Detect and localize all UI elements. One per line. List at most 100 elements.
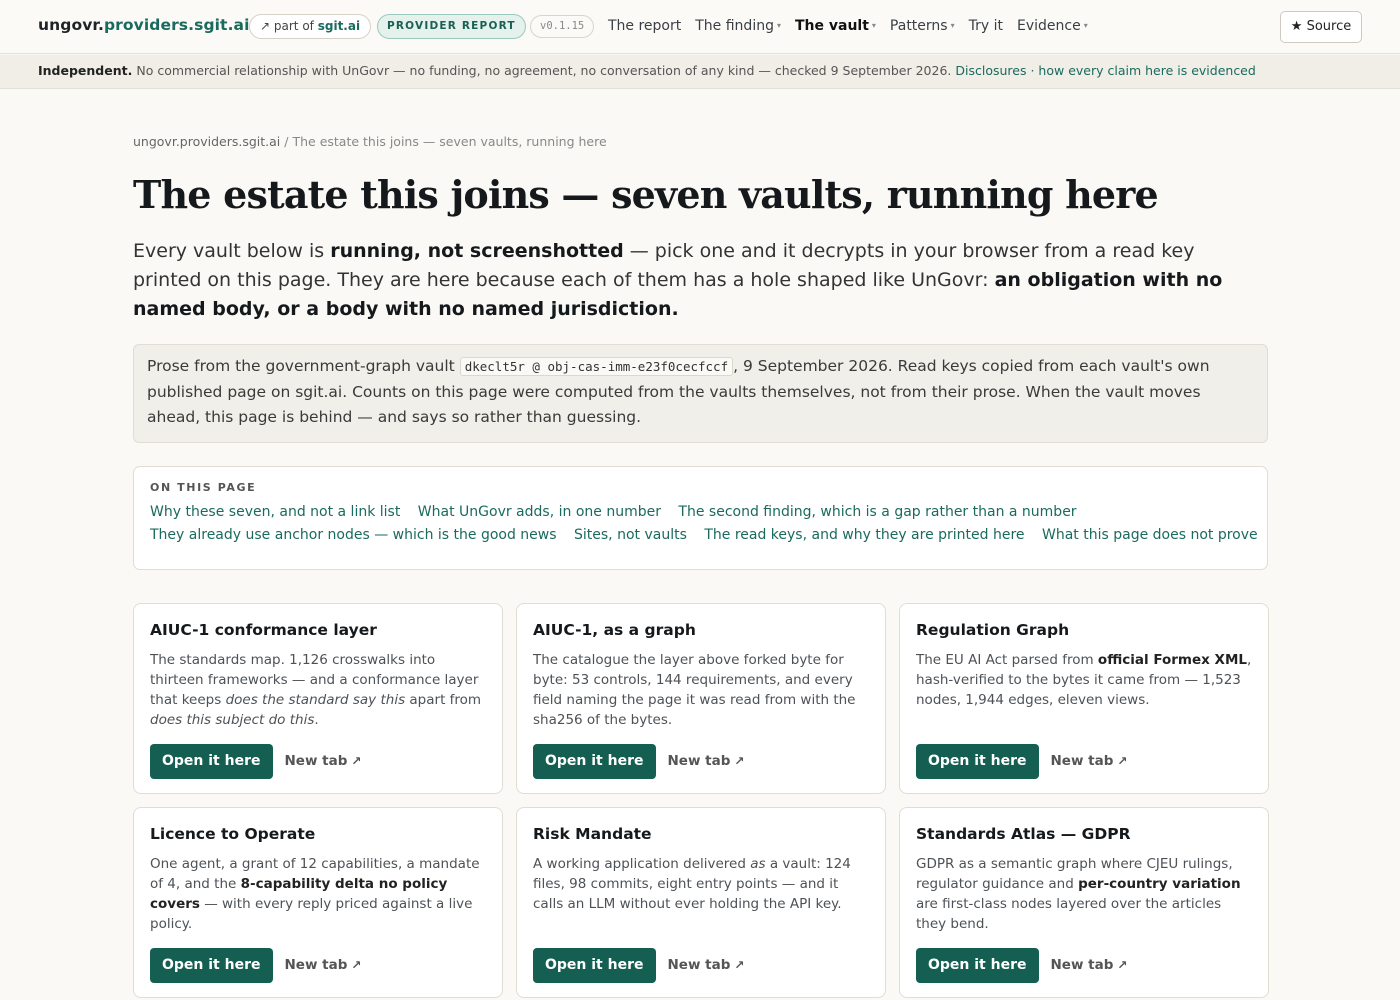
breadcrumb-root[interactable]: ungovr.providers.sgit.ai [133,134,280,149]
nav-label: The vault [794,18,869,34]
nav-the-finding[interactable]: The finding ▾ [695,18,781,34]
description-segment: does this subject do this [150,711,315,728]
new-tab-link[interactable]: New tab ↗ [668,957,745,973]
toc-link[interactable]: The second finding, which is a gap rathe… [678,504,1076,520]
description-segment: official Formex XML [1097,651,1248,668]
description-segment: A working application delivered [533,855,751,872]
chevron-down-icon: ▾ [776,21,781,30]
toc-link[interactable]: Sites, not vaults [574,527,687,543]
banner-separator: · [1030,63,1035,78]
description-segment: The EU AI Act parsed from [916,651,1098,668]
new-tab-label: New tab [284,753,348,769]
toc-link[interactable]: What this page does not prove [1042,527,1258,543]
external-link-icon: ↗ [351,958,362,972]
description-segment: apart from [405,691,482,708]
external-link-icon: ↗ [1117,754,1128,768]
vault-card: Regulation Graph The EU AI Act parsed fro… [899,602,1269,794]
new-tab-link[interactable]: New tab ↗ [285,957,362,973]
open-it-here-button[interactable]: Open it here [533,743,656,779]
description-segment: . [314,711,319,728]
vault-card: AIUC-1 conformance layer The standards ma… [133,602,503,794]
page-title: The estate this joins — seven vaults, ru… [133,172,1159,217]
description-segment: per-country variation [1078,875,1241,892]
description-segment: The catalogue the layer above forked byt… [533,651,856,728]
part-of-text: part of [273,19,314,33]
vault-card-actions: Open it here New tab ↗ [150,947,362,983]
vault-card-title: Standards Atlas — GDPR [916,824,1131,843]
lead-emphasis: running, not screenshotted [330,240,624,262]
nav-label: The report [608,18,682,34]
external-link-icon: ↗ [351,754,362,768]
toc-link[interactable]: Why these seven, and not a link list [150,504,400,520]
disclosures-link[interactable]: Disclosures [955,63,1026,78]
main-content: ungovr.providers.sgit.ai / The estate th… [133,134,1269,998]
new-tab-link[interactable]: New tab ↗ [1051,753,1128,769]
open-it-here-button[interactable]: Open it here [150,743,273,779]
open-it-here-button[interactable]: Open it here [916,743,1039,779]
source-button[interactable]: ★ Source [1280,11,1362,43]
open-it-here-button[interactable]: Open it here [533,947,656,983]
vault-card-description: One agent, a grant of 12 capabilities, a… [150,854,486,934]
nav-label: Try it [968,18,1003,34]
vault-card-actions: Open it here New tab ↗ [916,743,1128,779]
new-tab-link[interactable]: New tab ↗ [668,753,745,769]
breadcrumb-current: The estate this joins — seven vaults, ru… [292,134,607,149]
open-it-here-button[interactable]: Open it here [150,947,273,983]
provider-report-badge: PROVIDER REPORT [377,14,526,39]
description-segment: as [750,855,766,872]
vault-card-title: Licence to Operate [150,824,316,843]
nav-patterns[interactable]: Patterns ▾ [890,18,955,34]
toc-row: Why these seven, and not a link list Wha… [150,504,1251,520]
breadcrumb-separator: / [284,134,289,149]
nav-the-report[interactable]: The report [608,18,681,34]
lead-paragraph: Every vault below is running, not screen… [133,237,1268,324]
description-segment: are first-class nodes layered over the a… [916,895,1222,932]
nav-try-it[interactable]: Try it [969,18,1003,34]
vault-card-description: A working application delivered as a vau… [533,854,869,914]
part-of-domain: sgit.ai [317,19,361,33]
new-tab-label: New tab [1050,957,1114,973]
new-tab-label: New tab [667,753,731,769]
vault-card-actions: Open it here New tab ↗ [916,947,1128,983]
vault-card-description: The EU AI Act parsed from official Forme… [916,650,1252,710]
vault-card-actions: Open it here New tab ↗ [533,947,745,983]
brand-logo[interactable]: ungovr.providers.sgit.ai [38,16,250,34]
vault-ref-code: dkeclt5r @ obj-cas-imm-e23f0cecfccf [459,357,734,376]
external-link-icon: ↗ [734,958,745,972]
note-text: Prose from the government-graph vault [147,357,455,375]
vault-card: Standards Atlas — GDPR GDPR as a semantic… [899,806,1269,998]
new-tab-link[interactable]: New tab ↗ [1051,957,1128,973]
nav-label: The finding [695,18,774,34]
vault-card-description: The catalogue the layer above forked byt… [533,650,869,730]
evidence-link[interactable]: how every claim here is evidenced [1038,63,1255,78]
external-link-icon: ↗ [1117,958,1128,972]
toc-row: They already use anchor nodes — which is… [150,527,1258,543]
table-of-contents: ON THIS PAGE Why these seven, and not a … [133,465,1268,570]
toc-link[interactable]: What UnGovr adds, in one number [418,504,661,520]
banner-text: No commercial relationship with UnGovr —… [136,63,952,78]
vault-card: AIUC-1, as a graph The catalogue the laye… [516,602,886,794]
provenance-note: Prose from the government-graph vault dk… [133,344,1268,443]
chevron-down-icon: ▾ [871,21,876,30]
nav-the-vault[interactable]: The vault ▾ [795,18,876,34]
nav-label: Patterns [889,18,948,34]
chevron-down-icon: ▾ [1083,21,1088,30]
vault-card-description: GDPR as a semantic graph where CJEU ruli… [916,854,1252,934]
toc-link[interactable]: They already use anchor nodes — which is… [150,527,557,543]
nav-evidence[interactable]: Evidence ▾ [1017,18,1088,34]
top-nav: ungovr.providers.sgit.ai ↗ part of sgit.… [0,0,1400,54]
toc-link[interactable]: The read keys, and why they are printed … [704,527,1024,543]
breadcrumb: ungovr.providers.sgit.ai / The estate th… [133,134,1268,154]
banner-strong: Independent. [38,63,133,78]
open-it-here-button[interactable]: Open it here [916,947,1039,983]
vault-card: Risk Mandate A working application delive… [516,806,886,998]
vault-card: Licence to Operate One agent, a grant of … [133,806,503,998]
new-tab-label: New tab [1050,753,1114,769]
part-of-sgit-link[interactable]: ↗ part of sgit.ai [249,14,372,39]
new-tab-label: New tab [284,957,348,973]
vault-card-description: The standards map. 1,126 crosswalks into… [150,650,486,730]
new-tab-label: New tab [667,957,731,973]
vault-card-actions: Open it here New tab ↗ [150,743,362,779]
new-tab-link[interactable]: New tab ↗ [285,753,362,769]
brand-domain: providers.sgit.ai [103,16,250,34]
